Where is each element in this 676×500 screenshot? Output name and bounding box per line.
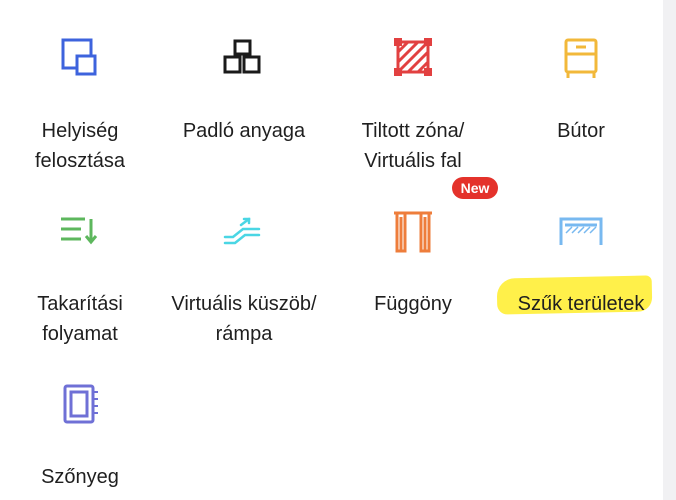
menu-item-label: Bútor [557,120,605,142]
menu-item-narrow-area[interactable]: Szűk területek [501,209,661,319]
menu-item-label: Virtuális küszöb/ rámpa [171,293,317,345]
threshold-ramp-icon [223,217,261,245]
menu-item-curtain[interactable]: Függöny [333,209,493,319]
menu-item-label: Tiltott zóna/ Virtuális fal [361,120,465,172]
menu-item-label: Szűk területek [517,293,645,315]
furniture-icon [564,38,598,78]
no-go-zone-icon [394,38,432,76]
menu-item-label: Függöny [374,293,452,315]
menu-item-label: Helyiség felosztása [34,120,126,172]
menu-item-floor-material[interactable]: Padló anyaga [164,36,324,146]
carpet-icon [63,384,98,424]
room-split-icon [61,38,97,76]
menu-item-cleaning-sequence[interactable]: Takarítási folyamat [0,209,160,349]
menu-item-label: Takarítási folyamat [37,293,123,345]
menu-item-threshold-ramp[interactable]: Virtuális küszöb/ rámpa [164,209,324,349]
scrollbar-track[interactable] [663,0,676,500]
cleaning-sequence-icon [61,217,98,245]
new-badge: New [452,177,498,199]
narrow-area-icon [559,217,603,245]
menu-item-label: Szőnyeg [41,466,119,488]
menu-item-no-go-zone[interactable]: Tiltott zóna/ Virtuális fal [333,36,493,176]
menu-item-room-split[interactable]: Helyiség felosztása [0,36,160,176]
floor-material-icon [223,39,261,74]
menu-item-label: Padló anyaga [182,120,306,142]
curtain-icon [394,211,432,253]
menu-item-carpet[interactable]: Szőnyeg [0,382,160,492]
menu-item-furniture[interactable]: Bútor [501,36,661,146]
